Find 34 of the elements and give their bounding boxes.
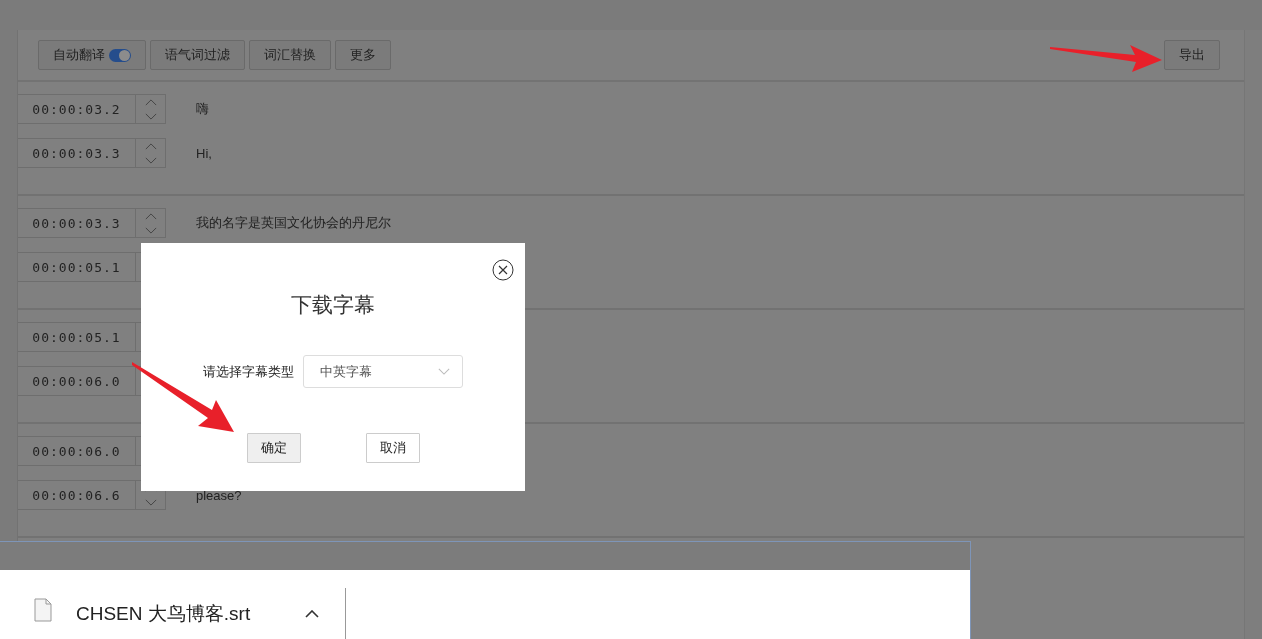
- chevron-down-icon[interactable]: [144, 112, 157, 120]
- file-icon: [34, 598, 52, 622]
- toolbar-button[interactable]: 自动翻译: [38, 40, 146, 70]
- time-field[interactable]: 00:00:03.2: [18, 94, 136, 124]
- time-field[interactable]: 00:00:05.1: [18, 252, 136, 282]
- time-field[interactable]: 00:00:03.3: [18, 138, 136, 168]
- spinner-control[interactable]: [136, 138, 166, 168]
- dialog-button[interactable]: 取消: [365, 433, 420, 463]
- time-field[interactable]: 00:00:06.0: [18, 436, 136, 466]
- chevron-down-icon[interactable]: [144, 226, 157, 234]
- dialog-title: 下载字幕: [291, 292, 375, 318]
- subtitle-text: 嗨: [196, 100, 209, 118]
- toolbar-button[interactable]: 词汇替换: [249, 40, 331, 70]
- field-label: 请选择字幕类型: [203, 362, 294, 381]
- time-field[interactable]: 00:00:06.6: [18, 480, 136, 510]
- export-button[interactable]: 导出: [1164, 40, 1220, 70]
- subtitle-text: Hi,: [196, 145, 212, 161]
- chevron-down-icon[interactable]: [144, 156, 157, 164]
- subtitle-text: please?: [196, 487, 242, 503]
- subtitle-type-select[interactable]: 中英字幕: [303, 355, 463, 388]
- toggle-switch[interactable]: [109, 48, 131, 62]
- toolbar-button[interactable]: 语气词过滤: [150, 40, 245, 70]
- toolbar-button[interactable]: 更多: [335, 40, 391, 70]
- chevron-down-icon: [438, 368, 450, 375]
- subtitle-text: 我的名字是英国文化协会的丹尼尔: [196, 214, 391, 232]
- spinner-control[interactable]: [136, 208, 166, 238]
- time-field[interactable]: 00:00:06.0: [18, 366, 136, 396]
- time-field[interactable]: 00:00:03.3: [18, 208, 136, 238]
- chevron-down-icon[interactable]: [144, 498, 157, 506]
- dialog-button[interactable]: 确定: [246, 433, 301, 463]
- close-icon[interactable]: [492, 259, 514, 281]
- time-field[interactable]: 00:00:05.1: [18, 322, 136, 352]
- spinner-control[interactable]: [136, 94, 166, 124]
- chevron-up-icon[interactable]: [305, 610, 319, 618]
